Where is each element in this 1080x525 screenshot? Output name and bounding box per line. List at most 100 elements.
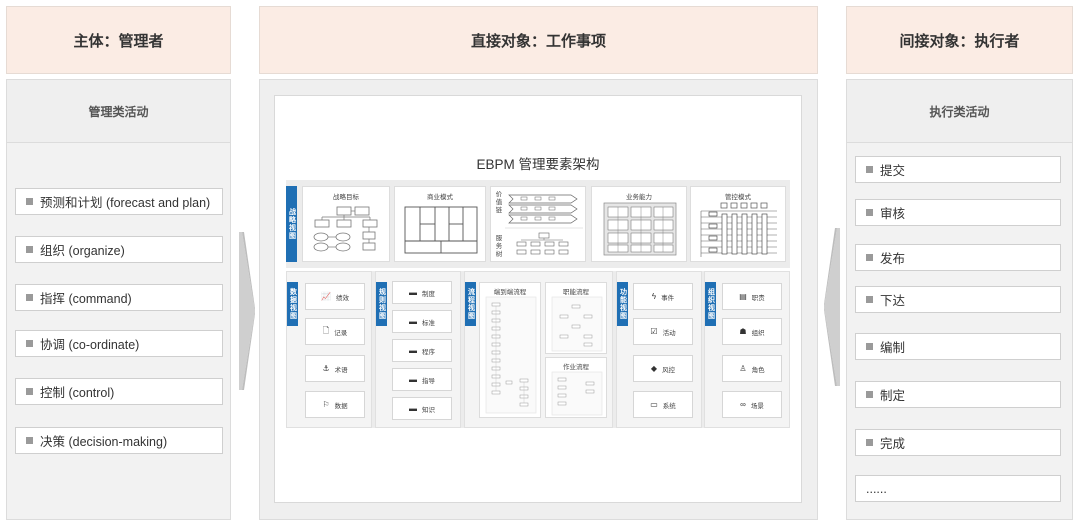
tile-label: 标准: [422, 319, 435, 327]
bullet-square-icon: [866, 343, 873, 350]
list-item: 制定: [855, 381, 1061, 408]
tile-label: 记录: [334, 329, 348, 337]
tile-label: 术语: [334, 366, 348, 374]
tile-label: 系统: [662, 402, 676, 410]
item-label: 组织 (organize): [40, 244, 125, 258]
arrow-right-icon: [239, 232, 255, 390]
item-label: 审核: [880, 207, 906, 221]
data-view-item-data: ⚐ 数据: [305, 391, 365, 418]
arrow-left-icon: [824, 228, 840, 386]
org-view-item-role: ♙ 角色: [722, 355, 782, 382]
link-icon: ∞: [740, 400, 746, 409]
tile-label: 知识: [422, 406, 435, 414]
document-icon: 🗋: [322, 325, 330, 335]
person-icon: ♙: [739, 364, 747, 373]
list-item: 协调 (co-ordinate): [15, 330, 223, 357]
list-item: 提交: [855, 156, 1061, 183]
rule-view-item-knowledge: ▬ 知识: [392, 397, 452, 420]
business-capability-card: 业务能力: [591, 186, 687, 262]
monitor-icon: ▭: [650, 400, 658, 409]
rule-view-tab: 规则视图: [376, 282, 387, 326]
tile-label: 风控: [662, 366, 676, 374]
data-view-tab: 数据视图: [287, 282, 298, 326]
function-view-item-activity: ☑ 活动: [633, 318, 693, 345]
org-chart-icon: ☗: [739, 327, 747, 336]
value-chain-card: 价值链 服务树: [490, 186, 586, 262]
data-view-item-performance: 📈 绩效: [305, 283, 365, 310]
bullet-square-icon: [866, 439, 873, 446]
bullet-square-icon: [26, 198, 33, 205]
item-label: 下达: [880, 294, 906, 308]
process-view-tab: 流程视图: [465, 282, 476, 326]
list-item: 下达: [855, 286, 1061, 313]
strategy-view-tab: 战略视图: [286, 186, 297, 262]
strategy-goal-card: 战略目标: [302, 186, 390, 262]
business-model-canvas-diagram: [404, 206, 478, 254]
bullet-square-icon: [866, 254, 873, 261]
e2e-flow-diagram: [485, 296, 537, 414]
tile-label: 制度: [422, 290, 435, 298]
list-item: 指挥 (command): [15, 284, 223, 311]
chart-line-icon: 📈: [321, 292, 331, 301]
bullet-square-icon: [866, 296, 873, 303]
functional-flow-diagram: [551, 296, 603, 352]
tile-label: 事件: [661, 294, 675, 302]
tile-label: 活动: [662, 329, 676, 337]
book-icon: ▬: [409, 375, 417, 384]
item-label: 提交: [880, 164, 906, 178]
function-view-item-risk: ◆ 风控: [633, 355, 693, 382]
checkbox-icon: ☑: [650, 327, 658, 336]
item-label: 制定: [880, 389, 906, 403]
control-mode-card: 管控模式: [690, 186, 786, 262]
book-icon: ▬: [409, 317, 417, 326]
bullet-square-icon: [866, 166, 873, 173]
item-label: 完成: [880, 437, 906, 451]
tile-label: 绩效: [335, 294, 349, 302]
tile-label: 场景: [750, 402, 764, 410]
business-model-card: 商业模式: [394, 186, 486, 262]
list-item: 编制: [855, 333, 1061, 360]
item-label: 预测和计划 (forecast and plan): [40, 196, 211, 210]
rule-view-item-procedure: ▬ 程序: [392, 339, 452, 362]
e2e-process-column: 端到端流程: [479, 282, 541, 418]
org-view-item-organization: ☗ 组织: [722, 318, 782, 345]
job-flow-diagram: [551, 371, 603, 416]
function-view-item-event: ϟ 事件: [633, 283, 693, 310]
list-item: 控制 (control): [15, 378, 223, 405]
list-item: 审核: [855, 199, 1061, 226]
anchor-icon: ⚓: [322, 364, 330, 373]
id-card-icon: ▤: [739, 292, 747, 301]
job-process-column: 作业流程: [545, 357, 607, 418]
item-label: ......: [866, 481, 887, 496]
tile-label: 职责: [751, 294, 765, 302]
data-view-item-term: ⚓ 术语: [305, 355, 365, 382]
functional-process-column: 职能流程: [545, 282, 607, 354]
item-label: 控制 (control): [40, 386, 115, 400]
item-label: 指挥 (command): [40, 292, 132, 306]
rule-view-item-policy: ▬ 制度: [392, 281, 452, 304]
management-activities-title: 管理类活动: [6, 79, 231, 143]
list-item: 完成: [855, 429, 1061, 456]
value-chain-diagram: [505, 194, 583, 255]
capability-map-diagram: [603, 202, 677, 256]
list-item: 决策 (decision-making): [15, 427, 223, 454]
bullet-square-icon: [26, 294, 33, 301]
org-view-item-duty: ▤ 职责: [722, 283, 782, 310]
rule-view-item-guide: ▬ 指导: [392, 368, 452, 391]
list-item: ......: [855, 475, 1061, 502]
book-icon: ▬: [409, 404, 417, 413]
rule-view-item-standard: ▬ 标准: [392, 310, 452, 333]
bullet-square-icon: [26, 437, 33, 444]
book-icon: ▬: [409, 346, 417, 355]
org-view-tab: 组织视图: [705, 282, 716, 326]
org-view-item-scenario: ∞ 场景: [722, 391, 782, 418]
header-subject: 主体：管理者: [6, 6, 231, 74]
flag-icon: ⚐: [322, 400, 330, 409]
header-direct-object: 直接对象：工作事项: [259, 6, 818, 74]
control-mode-diagram: [700, 202, 777, 257]
tile-label: 程序: [422, 348, 435, 356]
bullet-square-icon: [866, 391, 873, 398]
bullet-square-icon: [26, 246, 33, 253]
item-label: 编制: [880, 341, 906, 355]
lightning-icon: ϟ: [651, 292, 657, 301]
